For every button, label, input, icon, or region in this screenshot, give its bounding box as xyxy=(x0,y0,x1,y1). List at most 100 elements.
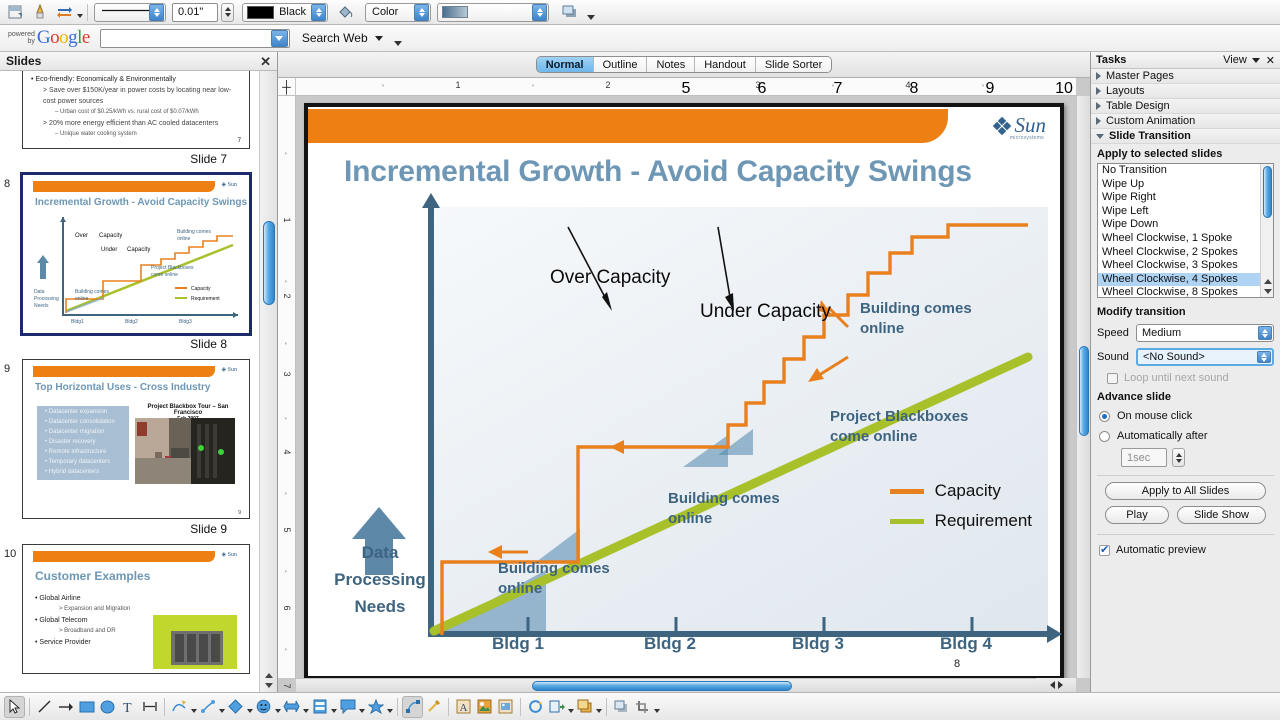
close-icon[interactable]: ✕ xyxy=(260,55,271,68)
line-color-spinner[interactable] xyxy=(311,4,326,21)
tasks-view-button[interactable]: View xyxy=(1223,54,1247,66)
accordion-master-pages[interactable]: Master Pages xyxy=(1091,69,1280,84)
transition-option-1[interactable]: Wipe Up xyxy=(1098,178,1260,192)
arrow-icon[interactable] xyxy=(55,696,76,718)
list-item[interactable]: 8 ◈ Sun Incremental Growth - Avoid Capac… xyxy=(0,170,259,355)
transition-option-3[interactable]: Wipe Left xyxy=(1098,205,1260,219)
speed-select[interactable]: Medium xyxy=(1136,324,1274,342)
fontwork-icon[interactable]: A xyxy=(453,696,474,718)
tab-outline[interactable]: Outline xyxy=(594,57,648,72)
line-style-spinner[interactable] xyxy=(149,4,164,21)
points-icon[interactable] xyxy=(402,696,423,718)
transition-list-scrollbar[interactable] xyxy=(1260,164,1273,297)
basic-shapes-caret-icon[interactable] xyxy=(246,696,253,718)
block-arrows-icon[interactable] xyxy=(281,696,302,718)
symbol-shapes-icon[interactable] xyxy=(253,696,274,718)
advance-on-click-row[interactable]: On mouse click xyxy=(1091,406,1280,426)
tasks-close-icon[interactable]: ✕ xyxy=(1266,54,1275,67)
vertical-ruler[interactable]: ' 1 ' 2 ' 3 ' 4 ' 5 ' 6 ' 7 xyxy=(278,96,296,678)
transition-option-8-selected[interactable]: Wheel Clockwise, 4 Spokes xyxy=(1098,273,1260,287)
speed-spinner-icon[interactable] xyxy=(1258,326,1272,340)
ellipse-icon[interactable] xyxy=(97,696,118,718)
slide-title[interactable]: Incremental Growth - Avoid Capacity Swin… xyxy=(344,155,972,189)
area-style-combo[interactable]: Color xyxy=(365,3,431,22)
line-color-combo[interactable]: Black xyxy=(242,3,328,22)
transition-option-9[interactable]: Wheel Clockwise, 8 Spokes xyxy=(1098,286,1260,298)
transition-option-4[interactable]: Wipe Down xyxy=(1098,218,1260,232)
rotate-icon[interactable] xyxy=(525,696,546,718)
accordion-slide-transition[interactable]: Slide Transition xyxy=(1091,129,1280,144)
slides-scroll-up-icon[interactable] xyxy=(264,671,274,680)
advance-on-click-radio[interactable] xyxy=(1099,411,1110,422)
arrow-style-icon[interactable] xyxy=(53,2,75,22)
tab-normal[interactable]: Normal xyxy=(537,57,594,72)
crop-icon[interactable] xyxy=(632,696,653,718)
google-history-dropdown-icon[interactable] xyxy=(271,30,288,47)
slide-navigation-buttons[interactable] xyxy=(1036,678,1076,692)
slide-thumbnail-8[interactable]: ◈ Sun Incremental Growth - Avoid Capacit… xyxy=(22,174,250,334)
transition-option-2[interactable]: Wipe Right xyxy=(1098,191,1260,205)
connector-icon[interactable] xyxy=(197,696,218,718)
connector-caret-icon[interactable] xyxy=(218,696,225,718)
arrow-style-caret-icon[interactable] xyxy=(76,1,83,23)
advance-auto-radio[interactable] xyxy=(1099,431,1110,442)
tab-notes[interactable]: Notes xyxy=(647,57,695,72)
search-web-button[interactable]: Search Web xyxy=(302,31,368,45)
loop-checkbox[interactable] xyxy=(1107,373,1118,384)
sound-spinner-icon[interactable] xyxy=(1257,351,1271,363)
flowchart-caret-icon[interactable] xyxy=(330,696,337,718)
previous-slide-icon[interactable] xyxy=(1050,681,1055,689)
fontwork-gallery-icon[interactable] xyxy=(29,2,51,22)
list-item[interactable]: • Eco-friendly: Economically & Environme… xyxy=(0,71,259,170)
line-width-field[interactable]: 0.01" xyxy=(172,3,218,22)
list-item[interactable]: 9 ◈ Sun Top Horizontal Uses - Cross Indu… xyxy=(0,355,259,540)
sound-select[interactable]: <No Sound> xyxy=(1136,348,1274,366)
list-item[interactable]: 10 ◈ Sun Customer Examples • Global Airl… xyxy=(0,540,259,676)
dimension-line-icon[interactable] xyxy=(139,696,160,718)
transition-listbox[interactable]: No Transition Wipe Up Wipe Right Wipe Le… xyxy=(1097,163,1274,298)
apply-to-all-slides-button[interactable]: Apply to All Slides xyxy=(1105,482,1266,500)
area-style-spinner[interactable] xyxy=(414,4,429,21)
tasks-view-caret-icon[interactable] xyxy=(1252,58,1260,63)
transition-option-5[interactable]: Wheel Clockwise, 1 Spoke xyxy=(1098,232,1260,246)
symbol-shapes-caret-icon[interactable] xyxy=(274,696,281,718)
drawbar-overflow-icon[interactable] xyxy=(653,696,660,718)
slide-editing-surface[interactable]: Sun microsystems Incremental Growth - Av… xyxy=(304,103,1064,678)
area-fill-combo[interactable] xyxy=(437,3,549,22)
curve-icon[interactable] xyxy=(169,696,190,718)
arrange-icon[interactable] xyxy=(574,696,595,718)
block-arrows-caret-icon[interactable] xyxy=(302,696,309,718)
rectangle-icon[interactable] xyxy=(76,696,97,718)
auto-time-field[interactable]: 1sec xyxy=(1121,448,1167,467)
google-toolbar-overflow-icon[interactable] xyxy=(393,27,403,49)
paint-bucket-icon[interactable] xyxy=(334,2,356,22)
callout-icon[interactable] xyxy=(337,696,358,718)
toolbar-overflow-icon[interactable] xyxy=(586,1,596,23)
transition-option-0[interactable]: No Transition xyxy=(1098,164,1260,178)
capacity-chart[interactable]: Over Capacity Under Capacity Building co… xyxy=(428,207,1048,637)
transition-option-6[interactable]: Wheel Clockwise, 2 Spokes xyxy=(1098,246,1260,260)
next-slide-icon[interactable] xyxy=(1058,681,1063,689)
slide-thumbnail-9[interactable]: ◈ Sun Top Horizontal Uses - Cross Indust… xyxy=(22,359,250,519)
canvas-horizontal-scrollbar[interactable] xyxy=(296,678,1076,692)
glue-points-icon[interactable] xyxy=(423,696,444,718)
shadow-icon[interactable] xyxy=(559,2,581,22)
alignment-icon[interactable] xyxy=(546,696,567,718)
stars-icon[interactable] xyxy=(365,696,386,718)
play-button[interactable]: Play xyxy=(1105,506,1169,524)
advance-auto-row[interactable]: Automatically after xyxy=(1091,426,1280,446)
transition-scroll-down-icon[interactable] xyxy=(1263,287,1273,296)
canvas-vertical-scrollbar[interactable] xyxy=(1076,96,1090,678)
curve-caret-icon[interactable] xyxy=(190,696,197,718)
google-search-input[interactable] xyxy=(100,29,290,48)
slide-thumbnail-7[interactable]: • Eco-friendly: Economically & Environme… xyxy=(22,71,250,149)
transition-scroll-thumb[interactable] xyxy=(1263,166,1272,218)
line-style-combo[interactable] xyxy=(94,3,166,22)
line-width-spinner[interactable] xyxy=(221,3,234,22)
select-icon[interactable] xyxy=(4,696,25,718)
slides-scroll-down-icon[interactable] xyxy=(264,681,274,690)
auto-time-stepper[interactable] xyxy=(1172,448,1185,467)
search-web-caret-icon[interactable] xyxy=(375,36,383,41)
text-icon[interactable]: T xyxy=(118,696,139,718)
transition-scroll-up-icon[interactable] xyxy=(1263,277,1273,286)
